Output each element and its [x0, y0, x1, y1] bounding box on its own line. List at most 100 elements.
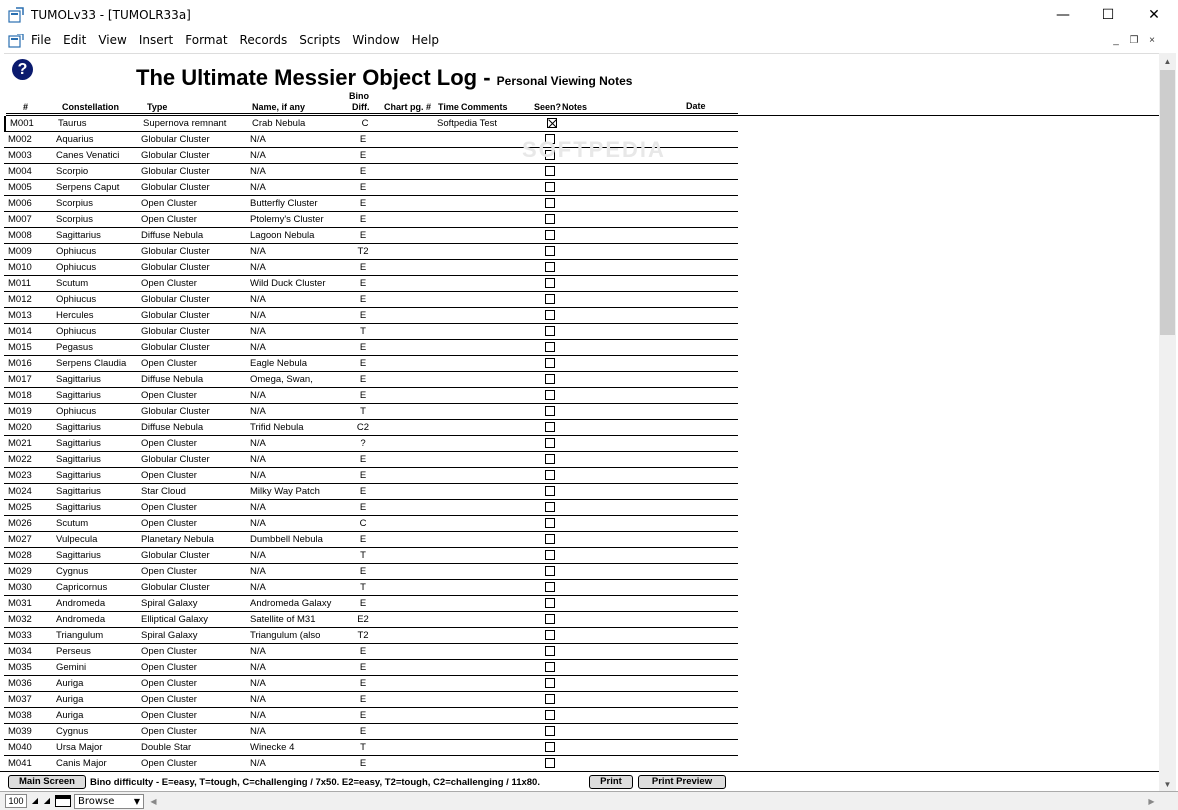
menu-window[interactable]: Window	[352, 33, 399, 47]
table-row[interactable]: M022 Sagittarius Globular Cluster N/A E	[4, 452, 738, 468]
seen-checkbox[interactable]	[545, 470, 555, 480]
cell-type[interactable]: Open Cluster	[141, 726, 197, 737]
menu-view[interactable]: View	[98, 33, 126, 47]
cell-constellation[interactable]: Triangulum	[56, 630, 103, 641]
table-row[interactable]: M012 Ophiucus Globular Cluster N/A E	[4, 292, 738, 308]
cell-object-id[interactable]: M018	[8, 390, 32, 401]
cell-object-id[interactable]: M021	[8, 438, 32, 449]
cell-type[interactable]: Elliptical Galaxy	[141, 614, 208, 625]
cell-bino-difficulty[interactable]: T	[348, 550, 378, 561]
cell-type[interactable]: Spiral Galaxy	[141, 630, 198, 641]
cell-name[interactable]: Triangulum (also	[250, 630, 320, 641]
cell-name[interactable]: N/A	[250, 150, 266, 161]
cell-constellation[interactable]: Auriga	[56, 710, 83, 721]
seen-checkbox[interactable]	[545, 502, 555, 512]
cell-bino-difficulty[interactable]: E2	[348, 614, 378, 625]
seen-checkbox[interactable]	[545, 262, 555, 272]
cell-bino-difficulty[interactable]: T	[348, 406, 378, 417]
cell-type[interactable]: Globular Cluster	[141, 166, 210, 177]
seen-checkbox[interactable]	[545, 566, 555, 576]
zoom-level[interactable]: 100	[5, 794, 27, 808]
seen-checkbox[interactable]	[545, 726, 555, 736]
cell-object-id[interactable]: M006	[8, 198, 32, 209]
cell-type[interactable]: Globular Cluster	[141, 310, 210, 321]
cell-type[interactable]: Open Cluster	[141, 694, 197, 705]
table-row[interactable]: M039 Cygnus Open Cluster N/A E	[4, 724, 738, 740]
seen-checkbox[interactable]	[545, 390, 555, 400]
table-row[interactable]: M037 Auriga Open Cluster N/A E	[4, 692, 738, 708]
cell-object-id[interactable]: M022	[8, 454, 32, 465]
cell-name[interactable]: Milky Way Patch	[250, 486, 320, 497]
cell-bino-difficulty[interactable]: E	[348, 278, 378, 289]
cell-constellation[interactable]: Scutum	[56, 278, 88, 289]
table-row[interactable]: M038 Auriga Open Cluster N/A E	[4, 708, 738, 724]
cell-name[interactable]: N/A	[250, 326, 266, 337]
cell-bino-difficulty[interactable]: E	[348, 374, 378, 385]
cell-constellation[interactable]: Pegasus	[56, 342, 93, 353]
seen-checkbox[interactable]	[545, 742, 555, 752]
cell-name[interactable]: N/A	[250, 710, 266, 721]
cell-name[interactable]: N/A	[250, 646, 266, 657]
cell-object-id[interactable]: M031	[8, 598, 32, 609]
seen-checkbox[interactable]	[545, 550, 555, 560]
cell-constellation[interactable]: Ophiucus	[56, 406, 96, 417]
table-row[interactable]: M023 Sagittarius Open Cluster N/A E	[4, 468, 738, 484]
table-row[interactable]: M030 Capricornus Globular Cluster N/A T	[4, 580, 738, 596]
cell-name[interactable]: N/A	[250, 726, 266, 737]
cell-object-id[interactable]: M005	[8, 182, 32, 193]
table-row[interactable]: M028 Sagittarius Globular Cluster N/A T	[4, 548, 738, 564]
cell-type[interactable]: Globular Cluster	[141, 342, 210, 353]
cell-constellation[interactable]: Ophiucus	[56, 294, 96, 305]
cell-constellation[interactable]: Cygnus	[56, 566, 88, 577]
cell-constellation[interactable]: Canis Major	[56, 758, 107, 769]
scroll-right-icon[interactable]: ▶	[1144, 794, 1159, 809]
cell-name[interactable]: N/A	[250, 246, 266, 257]
cell-object-id[interactable]: M004	[8, 166, 32, 177]
table-row[interactable]: M026 Scutum Open Cluster N/A C	[4, 516, 738, 532]
cell-object-id[interactable]: M016	[8, 358, 32, 369]
status-toolbar-icon[interactable]	[55, 795, 71, 807]
cell-type[interactable]: Open Cluster	[141, 278, 197, 289]
table-row[interactable]: M040 Ursa Major Double Star Winecke 4 T	[4, 740, 738, 756]
table-row[interactable]: M033 Triangulum Spiral Galaxy Triangulum (a…	[4, 628, 738, 644]
cell-type[interactable]: Open Cluster	[141, 518, 197, 529]
cell-object-id[interactable]: M027	[8, 534, 32, 545]
cell-object-id[interactable]: M019	[8, 406, 32, 417]
table-row[interactable]: M035 Gemini Open Cluster N/A E	[4, 660, 738, 676]
cell-name[interactable]: N/A	[250, 678, 266, 689]
cell-constellation[interactable]: Cygnus	[56, 726, 88, 737]
cell-name[interactable]: N/A	[250, 454, 266, 465]
cell-constellation[interactable]: Ophiucus	[56, 262, 96, 273]
cell-object-id[interactable]: M037	[8, 694, 32, 705]
table-row[interactable]: M001 Taurus Supernova remnant Crab Nebula C S…	[4, 116, 738, 132]
table-row[interactable]: M041 Canis Major Open Cluster N/A E	[4, 756, 738, 771]
mdi-restore-button[interactable]: ❐	[1126, 34, 1142, 48]
cell-constellation[interactable]: Sagittarius	[56, 454, 101, 465]
cell-name[interactable]: N/A	[250, 470, 266, 481]
seen-checkbox[interactable]	[545, 294, 555, 304]
cell-object-id[interactable]: M039	[8, 726, 32, 737]
table-row[interactable]: M005 Serpens Caput Globular Cluster N/A E	[4, 180, 738, 196]
cell-type[interactable]: Planetary Nebula	[141, 534, 214, 545]
table-row[interactable]: M036 Auriga Open Cluster N/A E	[4, 676, 738, 692]
seen-checkbox[interactable]	[545, 246, 555, 256]
seen-checkbox[interactable]	[545, 358, 555, 368]
cell-object-id[interactable]: M002	[8, 134, 32, 145]
cell-constellation[interactable]: Perseus	[56, 646, 91, 657]
table-row[interactable]: M018 Sagittarius Open Cluster N/A E	[4, 388, 738, 404]
cell-type[interactable]: Open Cluster	[141, 678, 197, 689]
table-row[interactable]: M031 Andromeda Spiral Galaxy Andromeda Gala…	[4, 596, 738, 612]
table-row[interactable]: M027 Vulpecula Planetary Nebula Dumbbell Ne…	[4, 532, 738, 548]
cell-constellation[interactable]: Aquarius	[56, 134, 94, 145]
cell-bino-difficulty[interactable]: T2	[348, 246, 378, 257]
cell-object-id[interactable]: M040	[8, 742, 32, 753]
horizontal-scrollbar[interactable]: ◀ ▶	[146, 794, 1159, 809]
cell-constellation[interactable]: Ursa Major	[56, 742, 102, 753]
scroll-thumb[interactable]	[1160, 70, 1175, 335]
cell-name[interactable]: N/A	[250, 694, 266, 705]
print-button[interactable]: Print	[589, 775, 633, 789]
cell-object-id[interactable]: M023	[8, 470, 32, 481]
scroll-up-icon[interactable]: ▲	[1159, 53, 1176, 70]
cell-constellation[interactable]: Scorpius	[56, 214, 93, 225]
cell-type[interactable]: Spiral Galaxy	[141, 598, 198, 609]
